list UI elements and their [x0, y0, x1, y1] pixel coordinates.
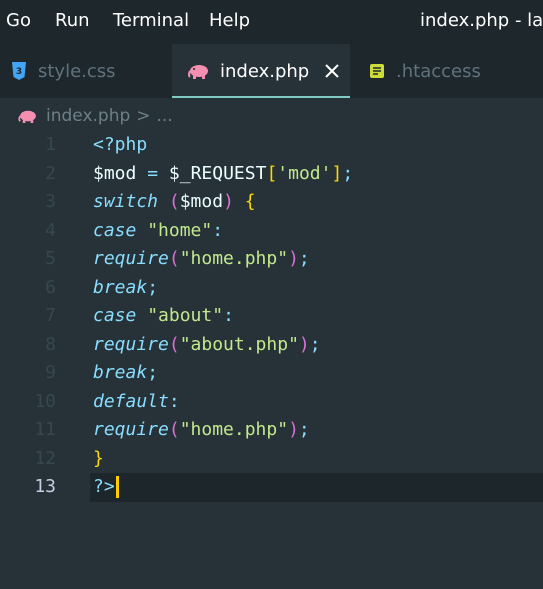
code-text: require("home.php"); — [93, 419, 310, 440]
breadcrumb: index.php > ... — [0, 98, 543, 134]
php-elephant-icon — [188, 63, 210, 79]
menu-run[interactable]: Run — [55, 10, 90, 31]
code-text: require("home.php"); — [93, 248, 310, 269]
code-line[interactable]: 8 require("about.php"); — [0, 331, 543, 360]
line-number: 13 — [34, 476, 56, 497]
code-text: case "about": — [93, 305, 234, 326]
code-text: } — [93, 447, 104, 469]
code-text: <?php — [93, 134, 148, 155]
code-text: default: — [93, 390, 180, 412]
current-line-highlight: ?> — [90, 473, 543, 502]
css-icon: 3 — [10, 61, 28, 81]
code-line[interactable]: 1 <?php — [0, 131, 543, 160]
php-elephant-icon — [18, 109, 38, 123]
breadcrumb-file[interactable]: index.php — [46, 106, 130, 126]
line-number: 10 — [34, 390, 56, 412]
code-text: $mod = $_REQUEST['mod']; — [93, 162, 354, 184]
code-line[interactable]: 12} — [0, 445, 543, 474]
code-line[interactable]: 2 $mod = $_REQUEST['mod']; — [0, 160, 543, 189]
line-number: 7 — [45, 305, 56, 326]
breadcrumb-more[interactable]: ... — [157, 106, 173, 126]
tab-bar: 3 style.css index.php .htaccess — [0, 44, 543, 98]
code-text: switch ($mod) { — [93, 191, 256, 212]
breadcrumb-separator: > — [136, 106, 151, 126]
code-editor[interactable]: 1 <?php 2 $mod = $_REQUEST['mod']; 3 switch (… — [0, 131, 543, 589]
menu-terminal[interactable]: Terminal — [113, 10, 189, 31]
tab-label: index.php — [220, 60, 310, 82]
line-number: 6 — [45, 276, 56, 298]
close-icon[interactable] — [325, 64, 339, 78]
code-text: ?> — [93, 473, 119, 502]
code-text: case "home": — [93, 219, 224, 241]
tab-label: .htaccess — [396, 60, 481, 82]
line-number: 11 — [34, 419, 56, 440]
svg-text:3: 3 — [16, 67, 22, 77]
tab-style-css[interactable]: 3 style.css — [10, 44, 130, 98]
code-line[interactable]: 9 break; — [0, 359, 543, 388]
code-text: break; — [93, 362, 159, 383]
tab-htaccess[interactable]: .htaccess — [368, 44, 481, 98]
code-text: break; — [93, 276, 159, 298]
line-number: 2 — [45, 162, 56, 184]
line-number: 9 — [45, 362, 56, 383]
code-text: require("about.php"); — [93, 333, 321, 355]
code-line[interactable]: 10 default: — [0, 388, 543, 417]
text-cursor — [115, 476, 119, 498]
tab-index-php[interactable]: index.php — [172, 44, 350, 98]
code-line[interactable]: 5 require("home.php"); — [0, 245, 543, 274]
line-number: 3 — [45, 191, 56, 212]
line-number: 12 — [34, 447, 56, 469]
menubar: Go Run Terminal Help index.php - lab4 — [0, 0, 543, 44]
line-number: 8 — [45, 333, 56, 355]
code-line[interactable]: 7 case "about": — [0, 302, 543, 331]
line-number: 1 — [45, 134, 56, 155]
htaccess-icon — [368, 62, 386, 80]
line-number: 4 — [45, 219, 56, 241]
code-line[interactable]: 6 break; — [0, 274, 543, 303]
code-line[interactable]: 11 require("home.php"); — [0, 416, 543, 445]
window-title: index.php - lab4 — [420, 10, 543, 31]
code-line[interactable]: 4 case "home": — [0, 217, 543, 246]
line-number: 5 — [45, 248, 56, 269]
menu-help[interactable]: Help — [209, 10, 250, 31]
tab-label: style.css — [38, 60, 116, 82]
menu-go[interactable]: Go — [6, 10, 31, 31]
code-line[interactable]: 3 switch ($mod) { — [0, 188, 543, 217]
